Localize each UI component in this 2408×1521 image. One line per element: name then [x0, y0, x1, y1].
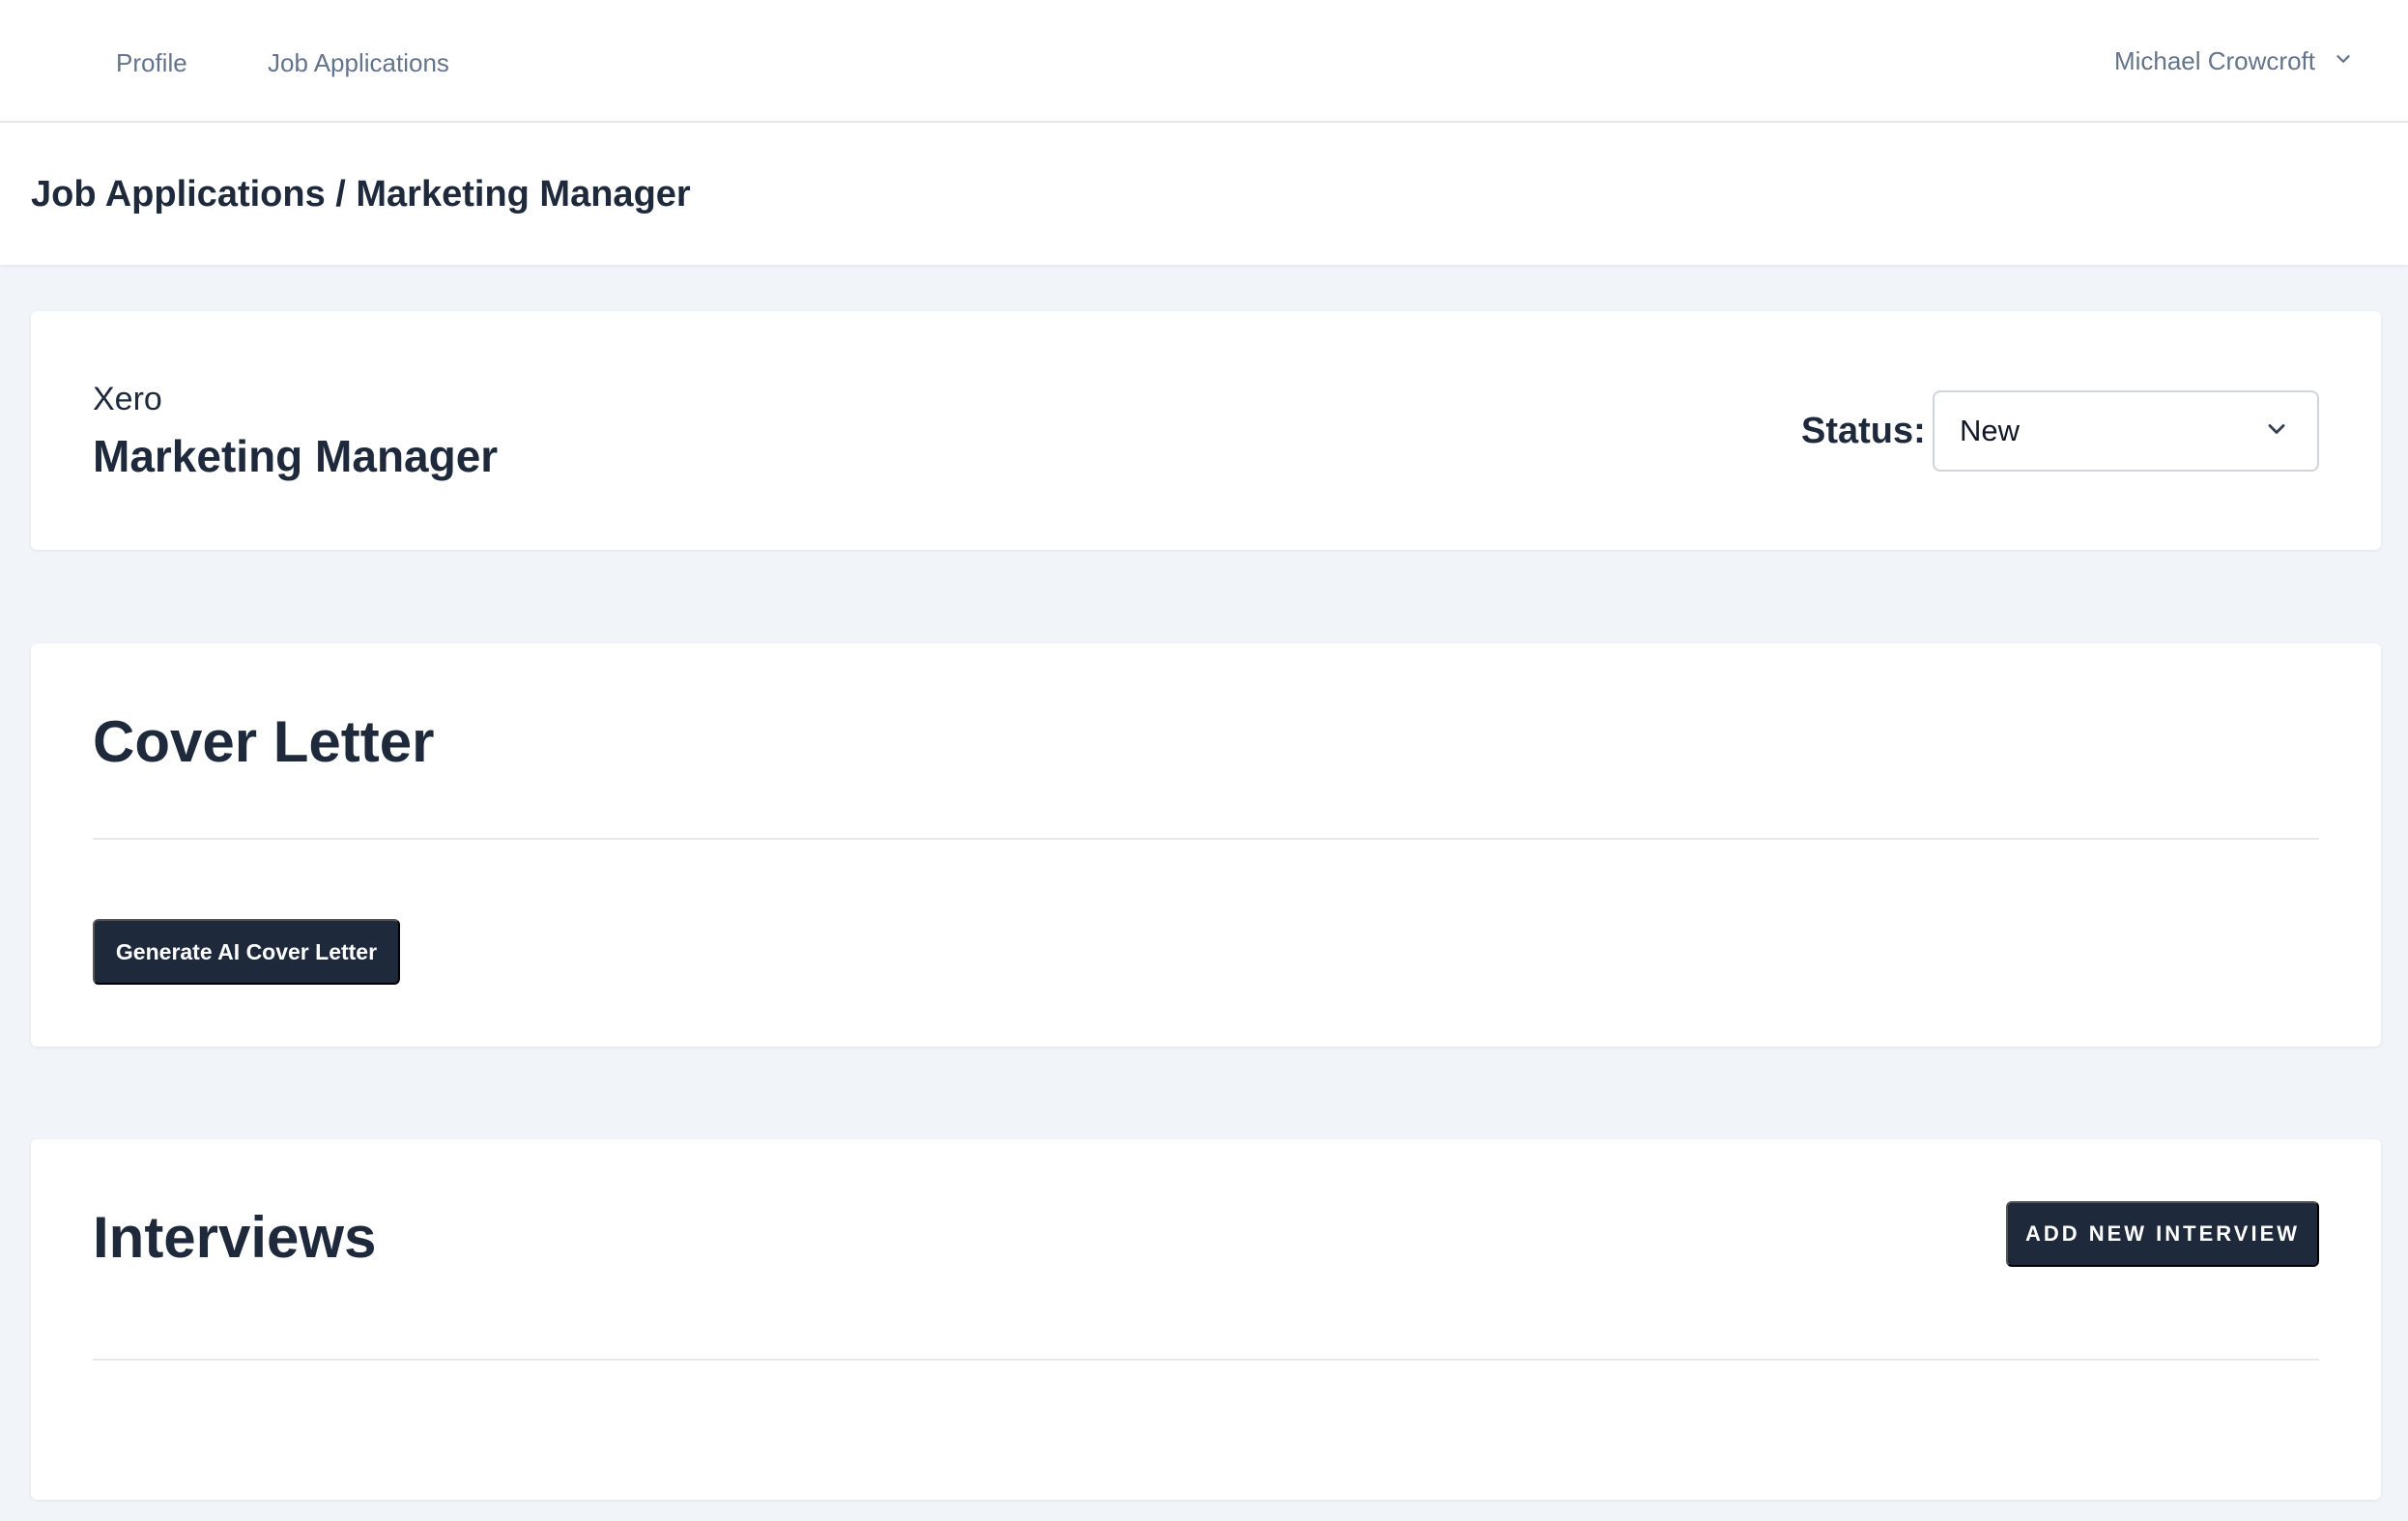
job-title: Marketing Manager: [93, 431, 499, 481]
user-name: Michael Crowcroft: [2113, 46, 2315, 75]
generate-ai-cover-letter-button[interactable]: Generate AI Cover Letter: [93, 919, 400, 985]
divider: [93, 838, 2319, 840]
job-summary-card: Xero Marketing Manager Status: New: [31, 311, 2381, 550]
divider: [93, 1359, 2319, 1361]
page-header: Job Applications / Marketing Manager: [0, 123, 2408, 265]
nav-link-job-applications[interactable]: Job Applications: [268, 46, 449, 79]
status-label: Status:: [1801, 411, 1926, 451]
status-select[interactable]: New: [1933, 390, 2319, 472]
add-new-interview-button[interactable]: ADD NEW INTERVIEW: [2006, 1201, 2319, 1267]
user-menu[interactable]: Michael Crowcroft: [2114, 44, 2354, 77]
nav-link-profile[interactable]: Profile: [116, 46, 187, 79]
top-navigation: Profile Job Applications Michael Crowcro…: [0, 0, 2408, 123]
company-name: Xero: [93, 381, 162, 417]
chevron-down-icon: [2263, 416, 2290, 447]
page-title-breadcrumb: Job Applications / Marketing Manager: [31, 174, 691, 215]
cover-letter-card: Cover Letter Generate AI Cover Letter: [31, 644, 2381, 1047]
interviews-title: Interviews: [93, 1205, 377, 1270]
cover-letter-title: Cover Letter: [93, 709, 435, 774]
status-selected-value: New: [1960, 414, 2021, 447]
chevron-down-icon: [2333, 44, 2354, 77]
interviews-card: Interviews ADD NEW INTERVIEW: [31, 1139, 2381, 1500]
